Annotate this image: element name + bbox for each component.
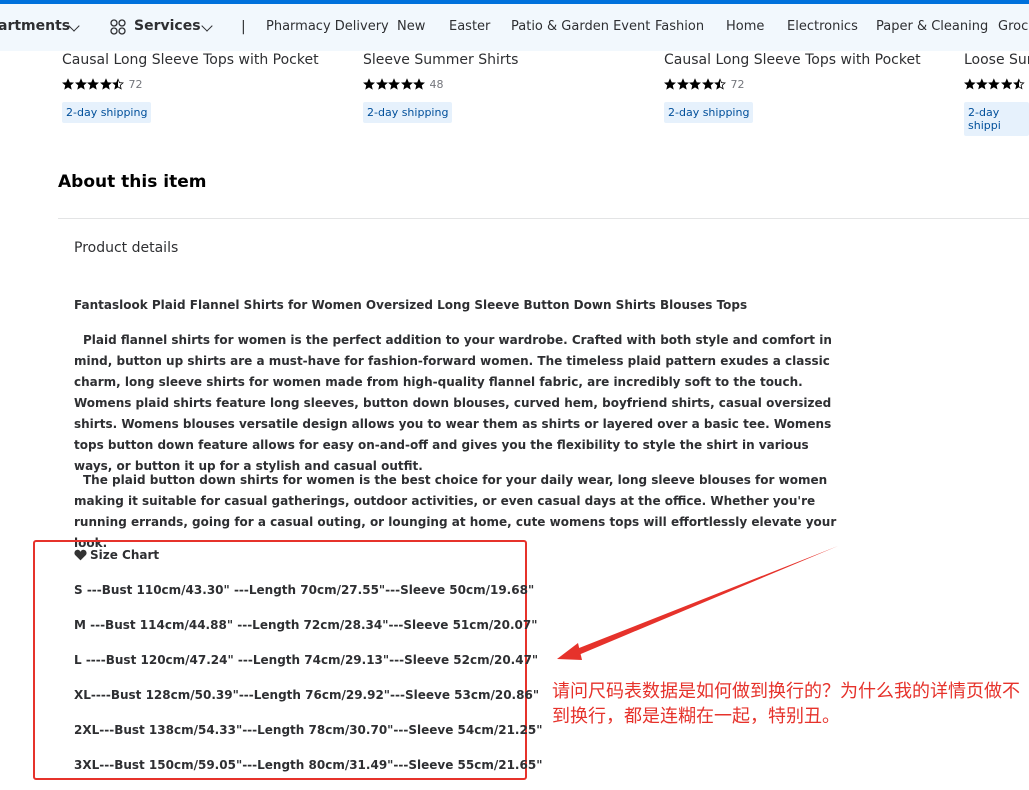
size-chart-title: Size Chart xyxy=(74,548,159,562)
star-icon xyxy=(99,78,112,90)
description-paragraph: Plaid flannel shirts for women is the pe… xyxy=(74,333,832,473)
shipping-badge: 2-day shipping xyxy=(62,102,152,123)
product-details-label[interactable]: Product details xyxy=(74,240,178,256)
nav-link-new[interactable]: New xyxy=(397,19,425,34)
review-count: 48 xyxy=(429,77,444,91)
star-icon xyxy=(388,78,400,90)
star-icon xyxy=(976,78,988,90)
product-title[interactable]: Sleeve Summer Shirts xyxy=(363,52,623,68)
size-chart-row: M ---Bust 114cm/44.88" ---Length 72cm/28… xyxy=(74,618,538,632)
star-icon xyxy=(689,78,701,90)
star-icon xyxy=(112,78,124,90)
star-icon xyxy=(62,78,74,90)
nav-link-fashion[interactable]: Fashion xyxy=(655,19,704,34)
product-card[interactable]: Causal Long Sleeve Tops with Pocket 72 2… xyxy=(62,52,322,123)
shipping-badge: 2-day shipping xyxy=(664,102,754,123)
nav-link-pharmacy[interactable]: Pharmacy Delivery xyxy=(266,19,389,34)
star-rating: 72 xyxy=(664,77,924,91)
star-icon xyxy=(1000,78,1013,90)
product-title[interactable]: Causal Long Sleeve Tops with Pocket xyxy=(664,52,924,68)
product-card[interactable]: Sleeve Summer Shirts 48 2-day shipping xyxy=(363,52,623,123)
review-count: 72 xyxy=(128,77,143,91)
departments-menu[interactable]: artments xyxy=(0,18,70,34)
services-grid-icon xyxy=(110,19,126,35)
nav-link-paper-cleaning[interactable]: Paper & Cleaning xyxy=(876,19,988,34)
star-icon xyxy=(714,78,726,90)
star-icon xyxy=(87,78,99,90)
heart-icon xyxy=(74,549,87,561)
star-rating: 48 xyxy=(363,77,623,91)
star-rating: 72 xyxy=(62,77,322,91)
nav-link-patio-garden[interactable]: Patio & Garden Event xyxy=(511,19,650,34)
star-icon xyxy=(1012,78,1025,90)
size-chart-row: XL----Bust 128cm/50.39"---Length 76cm/29… xyxy=(74,688,540,702)
star-icon xyxy=(676,78,689,90)
product-card[interactable]: Causal Long Sleeve Tops with Pocket 72 2… xyxy=(664,52,924,123)
chevron-down-icon[interactable] xyxy=(201,20,213,32)
star-icon xyxy=(400,78,413,90)
shipping-badge: 2-day shipping xyxy=(363,102,453,123)
star-icon xyxy=(701,78,714,90)
section-divider xyxy=(58,218,1029,219)
star-icon xyxy=(363,78,375,90)
star-icon xyxy=(964,78,976,90)
nav-link-easter[interactable]: Easter xyxy=(449,19,490,34)
nav-link-home[interactable]: Home xyxy=(726,19,764,34)
about-heading: About this item xyxy=(58,172,207,192)
department-nav: artments Services | Pharmacy Delivery Ne… xyxy=(0,4,1029,51)
star-rating xyxy=(964,77,1029,91)
star-icon xyxy=(988,78,1001,90)
size-chart-row: 2XL---Bust 138cm/54.33"---Length 78cm/30… xyxy=(74,723,543,737)
product-title[interactable]: Loose Sur xyxy=(964,52,1029,68)
product-headline: Fantaslook Plaid Flannel Shirts for Wome… xyxy=(74,298,748,312)
product-card[interactable]: Loose Sur 2-day shippi xyxy=(964,52,1029,136)
shipping-badge: 2-day shippi xyxy=(964,102,1029,136)
services-menu[interactable]: Services xyxy=(134,18,201,34)
nav-link-grocery[interactable]: Groce xyxy=(998,19,1029,34)
annotation-question: 请问尺码表数据是如何做到换行的？为什么我的详情页做不到换行，都是连糊在一起，特别… xyxy=(552,681,1020,727)
size-chart-row: L ----Bust 120cm/47.24" ---Length 74cm/2… xyxy=(74,653,539,667)
star-icon xyxy=(375,78,388,90)
size-chart-label: Size Chart xyxy=(90,548,160,562)
review-count: 72 xyxy=(730,77,745,91)
nav-link-electronics[interactable]: Electronics xyxy=(787,19,858,34)
product-title[interactable]: Causal Long Sleeve Tops with Pocket xyxy=(62,52,322,68)
star-icon xyxy=(664,78,676,90)
nav-divider: | xyxy=(241,19,246,35)
size-chart-row: S ---Bust 110cm/43.30" ---Length 70cm/27… xyxy=(74,583,535,597)
size-chart-row: 3XL---Bust 150cm/59.05"---Length 80cm/31… xyxy=(74,758,543,772)
star-icon xyxy=(74,78,87,90)
star-icon xyxy=(413,78,425,90)
